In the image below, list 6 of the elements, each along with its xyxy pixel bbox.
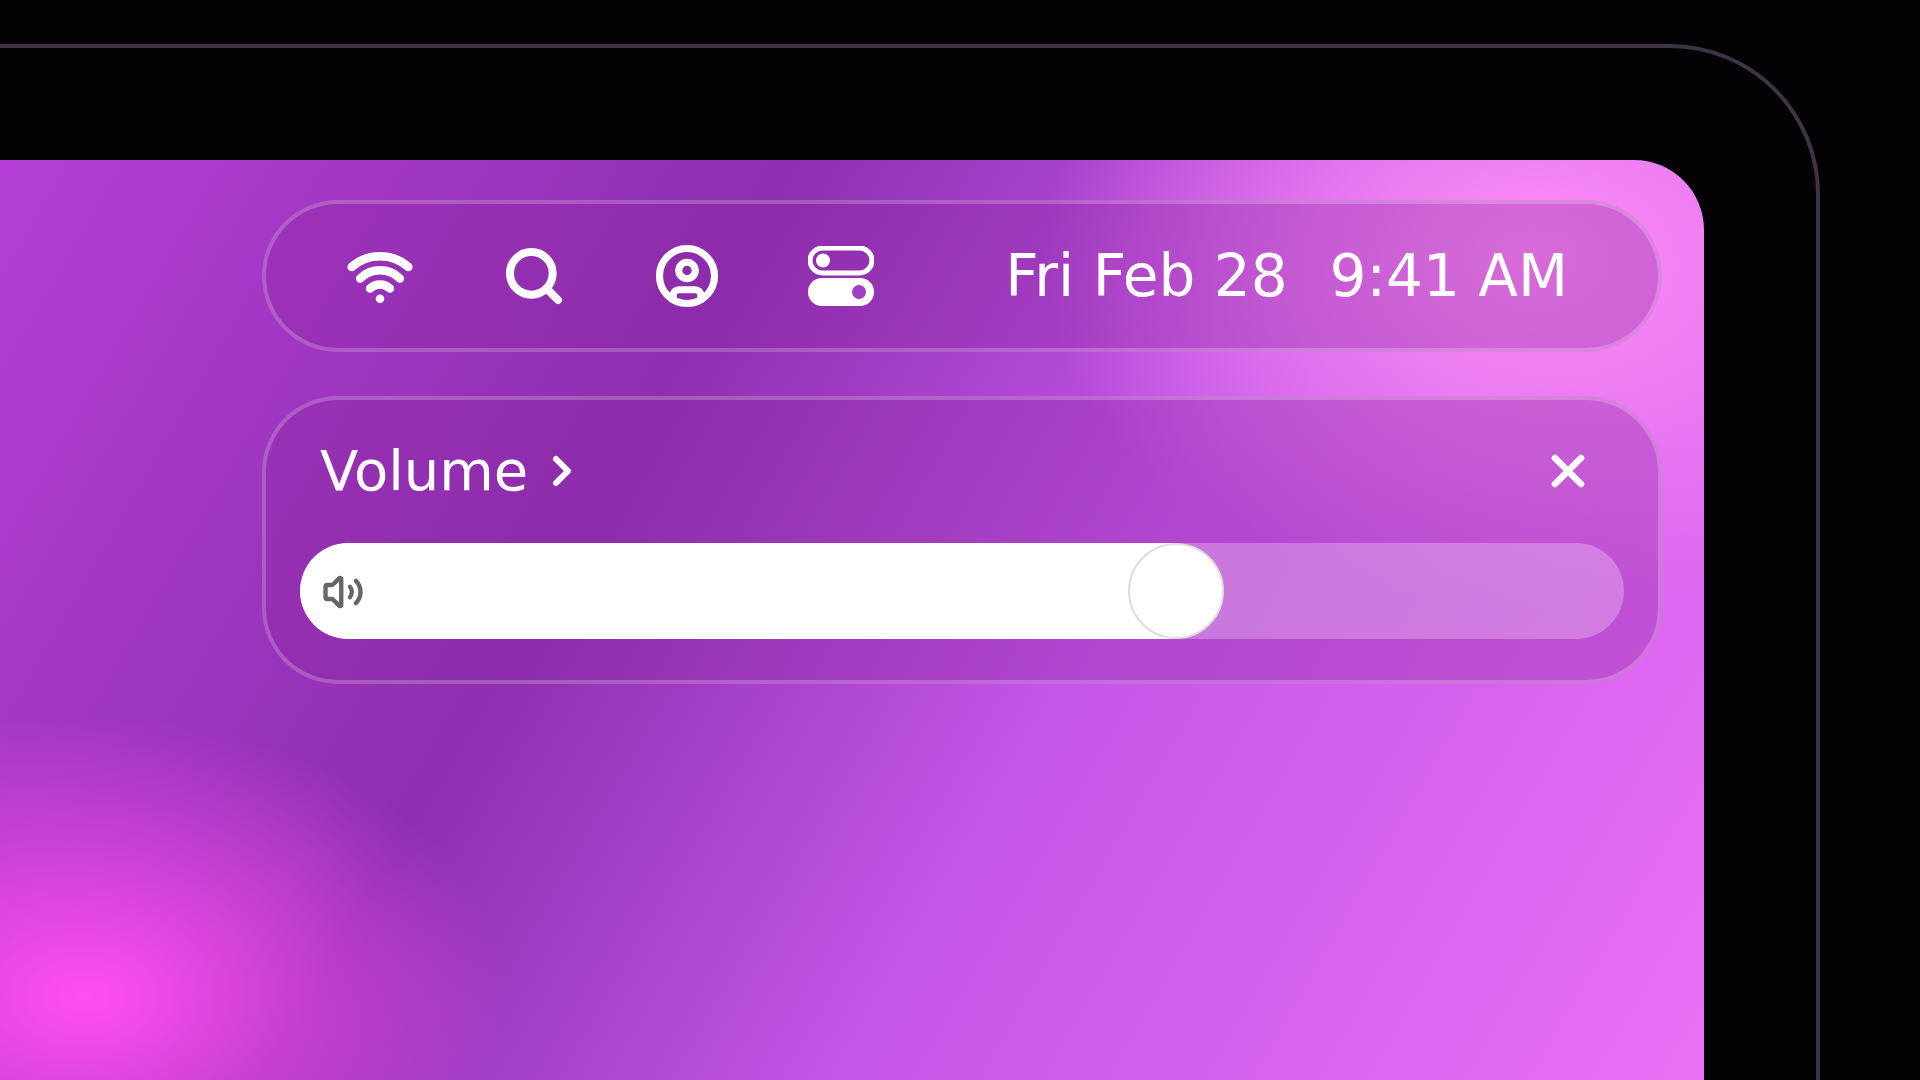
menu-date: Fri Feb 28 bbox=[1005, 242, 1288, 310]
menu-time: 9:41 AM bbox=[1329, 242, 1568, 310]
control-center-button[interactable] bbox=[808, 246, 874, 306]
toggles-icon bbox=[808, 246, 874, 306]
user-icon[interactable] bbox=[654, 243, 720, 309]
volume-title-link[interactable]: Volume bbox=[320, 438, 587, 503]
